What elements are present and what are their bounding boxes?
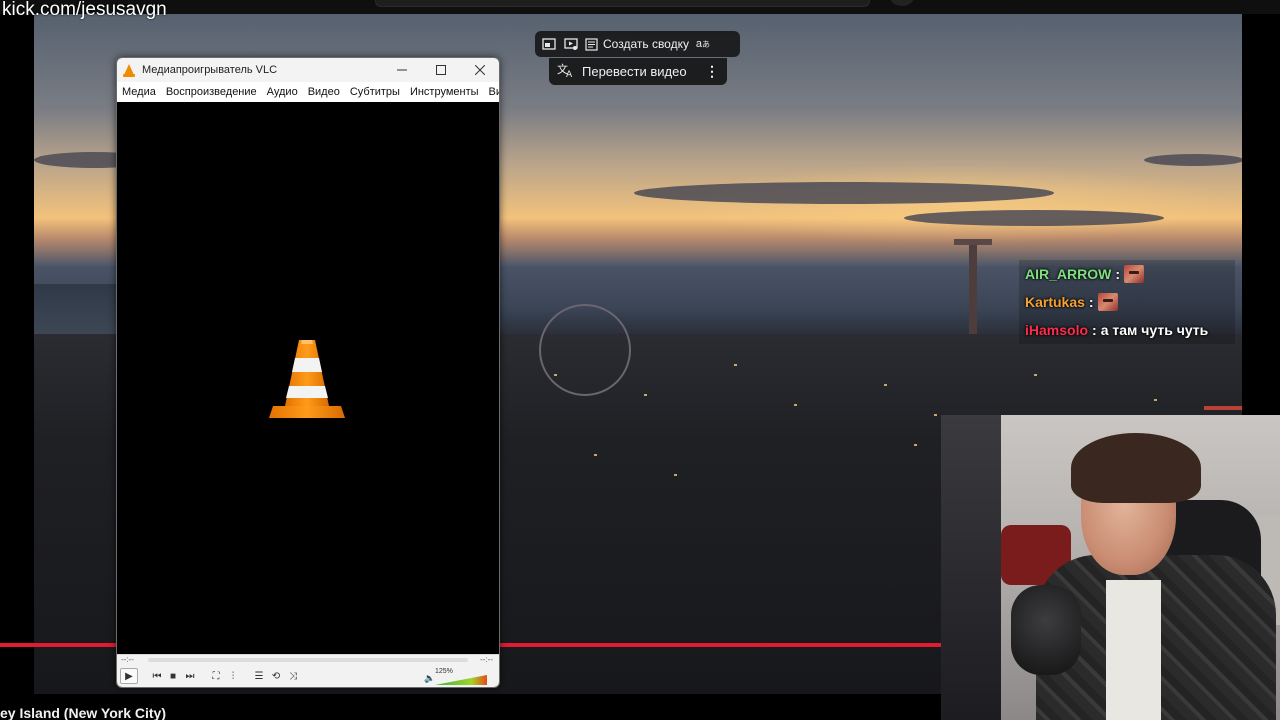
vlc-menubar: Медиа Воспроизведение Аудио Видео Субтит…: [117, 82, 499, 102]
chat-message: Kartukas :: [1019, 288, 1235, 316]
chat-message: iHamsolo : а там чуть чуть: [1019, 316, 1235, 344]
close-icon[interactable]: [460, 58, 499, 82]
chat-separator: :: [1088, 294, 1094, 310]
play-icon[interactable]: ▶: [120, 668, 138, 684]
emote-icon: [1124, 265, 1145, 283]
cloud: [904, 210, 1164, 226]
parachute-tower: [969, 244, 977, 334]
extended-settings-icon[interactable]: ⫶: [225, 669, 241, 683]
streamer-hair: [1071, 433, 1201, 503]
chat-username: iHamsolo: [1025, 322, 1089, 338]
menu-tools[interactable]: Инструменты: [410, 86, 484, 98]
streamer-shirt: [1106, 580, 1161, 720]
menu-subtitles[interactable]: Субтитры: [350, 86, 405, 98]
maximize-icon[interactable]: [421, 58, 460, 82]
sunset-glow: [674, 164, 1234, 244]
translate-video-button[interactable]: 文A Перевести видео ⋮: [549, 58, 727, 85]
vlc-window[interactable]: Медиапроигрыватель VLC Медиа Воспроизвед…: [116, 57, 500, 688]
chat-username: AIR_ARROW: [1025, 266, 1112, 282]
cloud: [1144, 154, 1242, 166]
pip-icon[interactable]: [541, 36, 557, 52]
vlc-titlebar[interactable]: Медиапроигрыватель VLC: [117, 58, 499, 82]
profile-icon[interactable]: [890, 0, 914, 6]
kick-watermark: kick.com/jesusavgn: [2, 0, 167, 20]
time-elapsed: --:--: [121, 655, 134, 664]
summary-icon: [585, 37, 598, 51]
chat-separator: :: [1092, 322, 1097, 338]
translate-icon: 文A: [557, 62, 575, 81]
create-summary-button[interactable]: Создать сводку: [585, 37, 689, 51]
stop-icon[interactable]: ■: [165, 669, 181, 683]
vlc-logo-icon: [123, 63, 135, 77]
translate-video-label: Перевести видео: [582, 64, 687, 79]
create-summary-label: Создать сводку: [603, 37, 689, 51]
address-bar[interactable]: [375, 0, 870, 7]
menu-video[interactable]: Видео: [308, 86, 345, 98]
fullscreen-icon[interactable]: ⛶: [208, 669, 224, 683]
volume-label: 125%: [435, 668, 453, 675]
microphone: [1011, 585, 1081, 675]
video-title: ey Island (New York City): [0, 705, 166, 720]
browser-top-bar: [0, 0, 1280, 14]
vlc-video-area[interactable]: [117, 102, 499, 655]
translate-icon[interactable]: aあ: [695, 36, 711, 52]
time-total: --:--: [480, 655, 493, 664]
chat-username: Kartukas: [1025, 294, 1085, 310]
minimize-icon[interactable]: [382, 58, 421, 82]
vlc-controls: --:-- --:-- ▶ ⏮ ■ ⏭ ⛶ ⫶ ☰ ⟲ ⤨ 🔈 125%: [117, 654, 499, 687]
volume-icon[interactable]: 🔈: [424, 673, 435, 684]
webcam-feed: [941, 415, 1280, 720]
vlc-window-title: Медиапроигрыватель VLC: [142, 64, 278, 76]
chat-text: а там чуть чуть: [1100, 322, 1209, 338]
chat-message: AIR_ARROW :: [1019, 260, 1235, 288]
menu-playback[interactable]: Воспроизведение: [166, 86, 262, 98]
cam-background: [941, 415, 1001, 720]
menu-audio[interactable]: Аудио: [267, 86, 303, 98]
yt-overlay-toolbar: Создать сводку aあ: [535, 31, 740, 57]
emote-icon: [1097, 293, 1118, 311]
more-options-icon[interactable]: ⋮: [705, 63, 719, 80]
parachute-tower-top: [954, 239, 992, 245]
playlist-icon[interactable]: ☰: [251, 669, 267, 683]
miniplayer-icon[interactable]: [563, 36, 579, 52]
menu-media[interactable]: Медиа: [122, 86, 161, 98]
shuffle-icon[interactable]: ⤨: [285, 669, 301, 683]
menu-view[interactable]: Вид: [489, 86, 499, 98]
svg-text:A: A: [566, 70, 573, 78]
chat-overlay: AIR_ARROW : Kartukas : iHamsolo : а там …: [1019, 260, 1235, 344]
loop-icon[interactable]: ⟲: [268, 669, 284, 683]
vlc-cone-icon: [269, 340, 345, 418]
seek-bar[interactable]: [148, 658, 468, 662]
previous-icon[interactable]: ⏮: [149, 669, 165, 683]
next-icon[interactable]: ⏭: [182, 669, 198, 683]
volume-slider[interactable]: [435, 675, 487, 685]
cloud: [634, 182, 1054, 204]
chat-separator: :: [1115, 266, 1121, 282]
ferris-wheel: [539, 304, 631, 396]
